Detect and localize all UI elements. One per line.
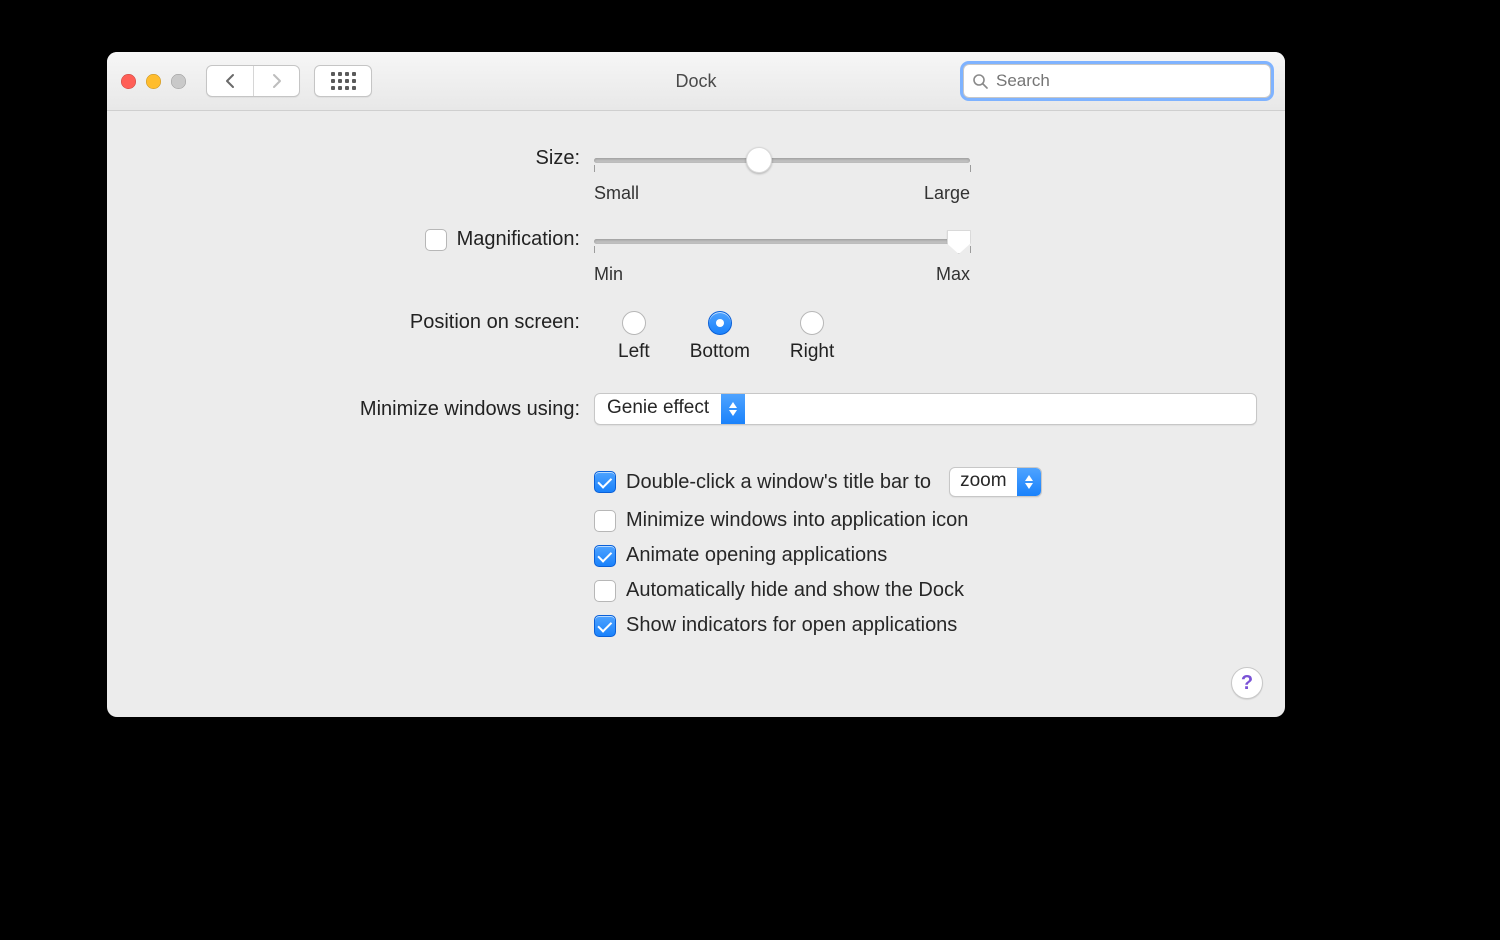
animate-opening-option: Animate opening applications (594, 544, 1257, 567)
minimize-effect-row: Minimize windows using: Genie effect (135, 393, 1257, 425)
magnification-min-label: Min (594, 264, 623, 285)
search-icon (972, 73, 988, 89)
magnification-max-label: Max (936, 264, 970, 285)
autohide-checkbox[interactable] (594, 580, 616, 602)
popup-stepper-icon (721, 394, 745, 424)
position-bottom-radio[interactable] (708, 311, 732, 335)
double-click-action-value: zoom (950, 468, 1016, 496)
show-all-button[interactable] (314, 65, 372, 97)
magnification-row: Magnification: Min Max (135, 226, 1257, 285)
size-row: Size: Small Large (135, 145, 1257, 204)
chevron-right-icon (271, 73, 282, 89)
position-right-radio[interactable] (800, 311, 824, 335)
grid-icon (331, 72, 356, 90)
magnification-checkbox[interactable] (425, 229, 447, 251)
size-slider[interactable] (594, 147, 970, 173)
minimize-into-app-option: Minimize windows into application icon (594, 509, 1257, 532)
size-max-label: Large (924, 183, 970, 204)
search-field[interactable] (963, 64, 1271, 98)
position-row: Position on screen: Left Bottom (135, 307, 1257, 363)
options-row: Double-click a window's title bar to zoo… (135, 461, 1257, 637)
position-bottom-label: Bottom (690, 341, 750, 363)
magnification-slider[interactable] (594, 228, 970, 254)
minimize-into-app-checkbox[interactable] (594, 510, 616, 532)
show-indicators-option: Show indicators for open applications (594, 614, 1257, 637)
preference-pane-body: Size: Small Large (107, 111, 1285, 655)
magnification-label: Magnification: (457, 228, 580, 251)
size-slider-knob[interactable] (746, 147, 772, 173)
double-click-action-popup[interactable]: zoom (949, 467, 1041, 497)
popup-stepper-icon (1017, 468, 1041, 496)
position-left-radio[interactable] (622, 311, 646, 335)
minimize-effect-label: Minimize windows using: (135, 398, 594, 421)
show-indicators-checkbox[interactable] (594, 615, 616, 637)
chevron-left-icon (225, 73, 236, 89)
size-min-label: Small (594, 183, 639, 204)
help-icon: ? (1241, 672, 1253, 695)
animate-opening-label: Animate opening applications (626, 544, 887, 567)
search-input[interactable] (994, 70, 1262, 92)
toolbar: Dock (107, 52, 1285, 111)
minimize-into-app-label: Minimize windows into application icon (626, 509, 968, 532)
minimize-effect-value: Genie effect (595, 394, 721, 424)
zoom-window-button[interactable] (171, 74, 186, 89)
double-click-option: Double-click a window's title bar to zoo… (594, 467, 1257, 497)
animate-opening-checkbox[interactable] (594, 545, 616, 567)
nav-back-forward (206, 65, 300, 97)
position-right-label: Right (790, 341, 834, 363)
autohide-label: Automatically hide and show the Dock (626, 579, 964, 602)
position-label: Position on screen: (135, 307, 594, 334)
double-click-label: Double-click a window's title bar to (626, 471, 931, 494)
preferences-window: Dock Size: Small (107, 52, 1285, 717)
window-controls (121, 74, 186, 89)
double-click-checkbox[interactable] (594, 471, 616, 493)
position-left-label: Left (618, 341, 650, 363)
magnification-slider-knob[interactable] (947, 230, 971, 254)
autohide-option: Automatically hide and show the Dock (594, 579, 1257, 602)
show-indicators-label: Show indicators for open applications (626, 614, 957, 637)
size-label: Size: (135, 145, 594, 170)
close-window-button[interactable] (121, 74, 136, 89)
help-button[interactable]: ? (1231, 667, 1263, 699)
minimize-window-button[interactable] (146, 74, 161, 89)
back-button[interactable] (207, 66, 253, 96)
minimize-effect-popup[interactable]: Genie effect (594, 393, 1257, 425)
forward-button[interactable] (253, 66, 299, 96)
